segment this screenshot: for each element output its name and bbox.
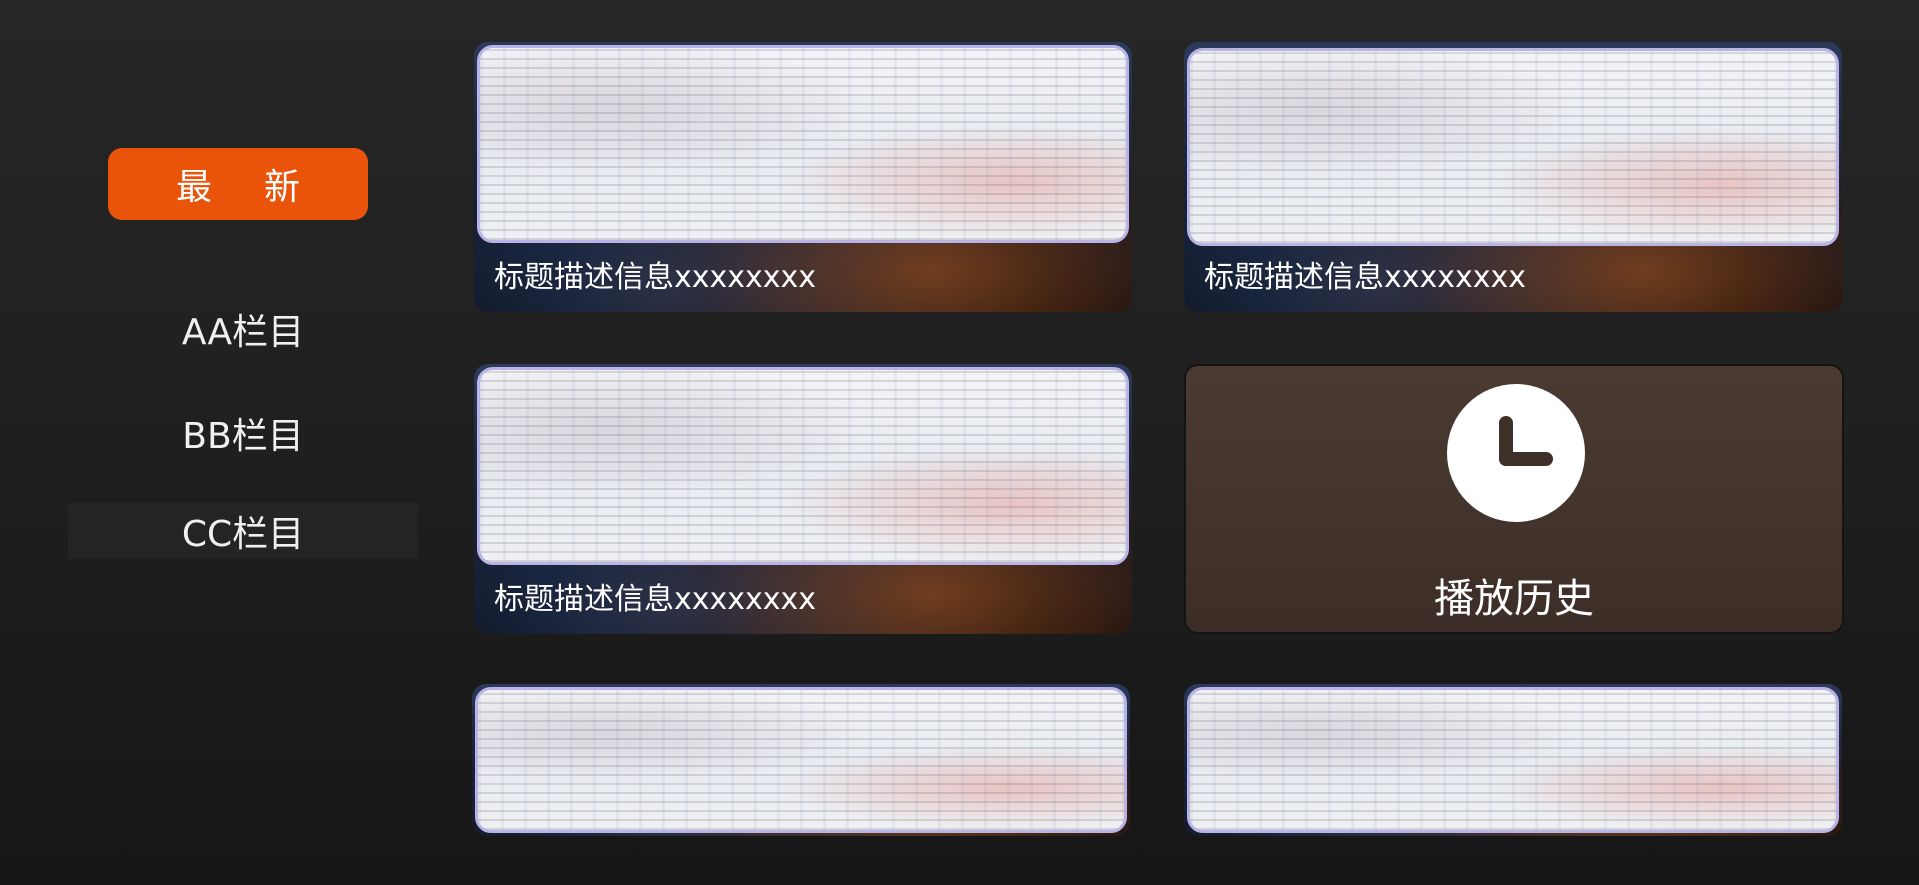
sidebar-item-bb[interactable]: BB栏目 [68,405,418,461]
video-thumbnail [1187,48,1839,246]
video-caption: 标题描述信息xxxxxxxx [1204,260,1527,295]
app-root: 最新 AA栏目 BB栏目 CC栏目 标题描述信息xxxxxxxx 标题描述信息x… [0,0,1919,885]
video-thumbnail [477,45,1129,243]
video-caption: 标题描述信息xxxxxxxx [494,582,817,617]
sidebar-item-label: 最新 [175,167,352,208]
video-card[interactable]: 标题描述信息xxxxxxxx [474,42,1132,312]
video-card[interactable] [1184,684,1842,836]
sidebar-item-aa[interactable]: AA栏目 [68,301,418,357]
sidebar-item-latest[interactable]: 最新 [108,148,368,220]
sidebar-item-label: AA栏目 [181,312,305,353]
video-caption: 标题描述信息xxxxxxxx [494,260,817,295]
sidebar-item-cc[interactable]: CC栏目 [68,503,418,559]
sidebar: 最新 AA栏目 BB栏目 CC栏目 [0,0,440,885]
video-card[interactable] [472,684,1130,836]
video-card[interactable]: 标题描述信息xxxxxxxx [1184,42,1842,312]
sidebar-item-label: BB栏目 [182,416,304,457]
sidebar-item-label: CC栏目 [181,514,305,555]
video-thumbnail [477,367,1129,565]
video-thumbnail [1187,687,1839,833]
play-history-label: 播放历史 [1434,576,1594,622]
play-history-card[interactable]: 播放历史 [1184,364,1844,634]
video-thumbnail [475,687,1127,833]
clock-icon [1447,384,1585,522]
video-card[interactable]: 标题描述信息xxxxxxxx [474,364,1132,634]
